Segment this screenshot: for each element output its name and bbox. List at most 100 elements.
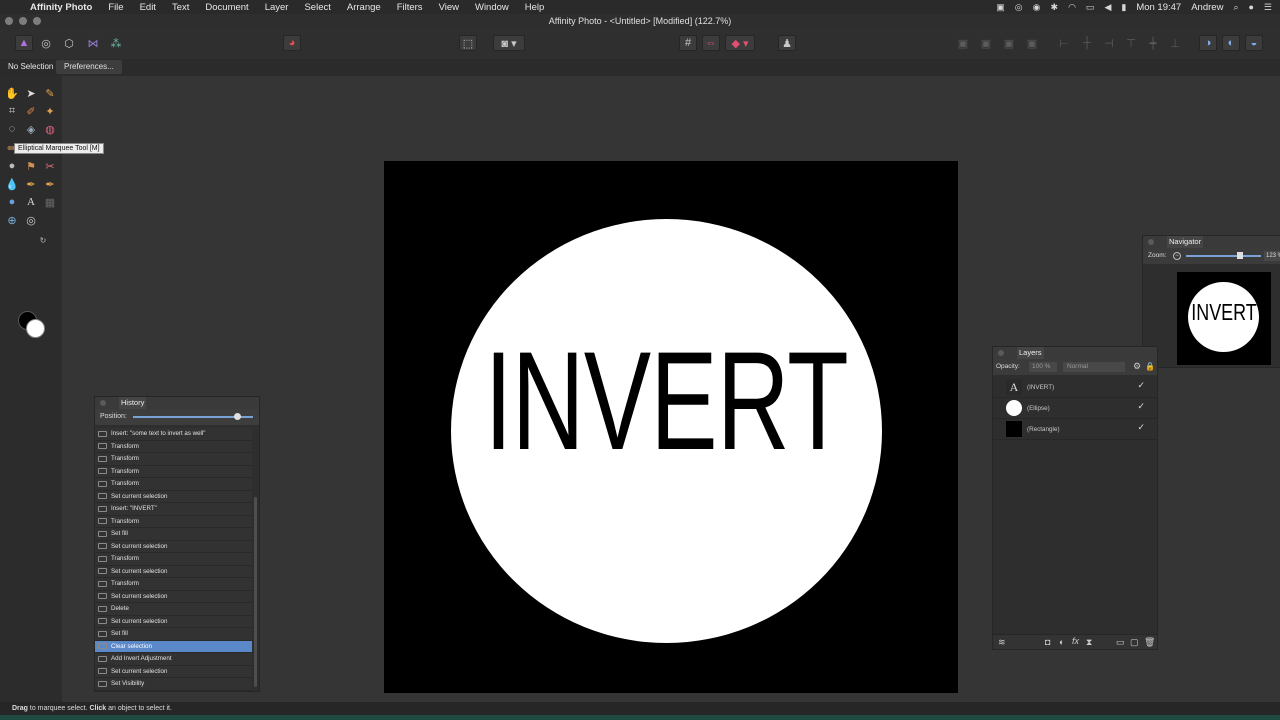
menubar-user[interactable]: Andrew (1191, 2, 1223, 13)
minimize-window-button[interactable] (19, 17, 27, 25)
menu-window[interactable]: Window (467, 2, 517, 13)
menu-edit[interactable]: Edit (132, 2, 164, 13)
menu-file[interactable]: File (100, 2, 131, 13)
siri-icon[interactable]: ● (1248, 2, 1253, 12)
history-item[interactable]: Insert: "INVERT" (95, 503, 252, 516)
layer-name[interactable]: (Ellipse) (1027, 405, 1050, 412)
layer-row-rectangle[interactable]: (Rectangle) ✓ (993, 419, 1157, 440)
history-item[interactable]: Transform (95, 453, 252, 466)
arrange-front-icon[interactable]: ▣ (1023, 35, 1041, 51)
menu-text[interactable]: Text (164, 2, 197, 13)
record-icon[interactable]: ◉ (1033, 2, 1041, 13)
history-item[interactable]: Set current selection (95, 590, 252, 603)
menubar-clock[interactable]: Mon 19:47 (1136, 2, 1181, 13)
zoom-tool-icon[interactable]: ⊕ (4, 212, 20, 228)
close-window-button[interactable] (5, 17, 13, 25)
move-tool-icon[interactable]: ➤ (23, 85, 39, 101)
delete-layer-icon[interactable]: 🗑 (1144, 637, 1155, 648)
align-center-icon[interactable]: ┼ (1078, 35, 1096, 51)
ellipse-shape-tool-icon[interactable]: ● (4, 194, 20, 210)
layers-stack-icon[interactable]: ≋ (998, 637, 1006, 648)
boolean-subtract-icon[interactable]: ◐ (1222, 35, 1240, 51)
document-canvas[interactable]: INVERT (384, 161, 958, 693)
adjustment-layer-icon[interactable]: ◐ (1059, 637, 1064, 647)
develop-persona-icon[interactable]: ⬡ (60, 35, 78, 51)
group-layers-icon[interactable]: ▭ (1116, 637, 1125, 648)
zoom-slider-track[interactable] (1186, 255, 1261, 257)
history-item[interactable]: Set current selection (95, 540, 252, 553)
spotlight-search-icon[interactable]: ⌕ (1233, 2, 1238, 13)
navigator-preview[interactable]: INVERT (1177, 272, 1271, 365)
creative-cloud-icon[interactable]: ◎ (1015, 2, 1023, 13)
battery-icon[interactable]: ▮ (1121, 2, 1126, 13)
history-item[interactable]: Delete (95, 603, 252, 616)
elliptical-marquee-tool-icon[interactable]: ◌ (4, 121, 20, 137)
history-item[interactable]: Set fill (95, 628, 252, 641)
history-item[interactable]: Set current selection (95, 615, 252, 628)
flood-select-tool-icon[interactable]: ✦ (42, 103, 58, 119)
history-item[interactable]: Transform (95, 478, 252, 491)
history-item[interactable]: Transform (95, 553, 252, 566)
menu-document[interactable]: Document (197, 2, 256, 13)
opacity-field[interactable]: 100 % (1029, 362, 1057, 372)
align-bottom-icon[interactable]: ⊥ (1166, 35, 1184, 51)
live-filter-icon[interactable]: ⧗ (1086, 637, 1092, 648)
snapping-options-dropdown-icon[interactable]: ◆ ▾ (725, 35, 755, 51)
menu-select[interactable]: Select (296, 2, 338, 13)
lock-icon[interactable]: 🔒 (1145, 362, 1155, 371)
boolean-add-icon[interactable]: ◑ (1199, 35, 1217, 51)
gradient-tool-icon[interactable]: ◍ (42, 121, 58, 137)
arrange-backward-icon[interactable]: ▣ (977, 35, 995, 51)
mask-layer-icon[interactable]: ◘ (1045, 637, 1050, 647)
arrange-forward-icon[interactable]: ▣ (1000, 35, 1018, 51)
clone-brush-tool-icon[interactable]: ⚑ (23, 158, 39, 174)
layer-name[interactable]: (INVERT) (1027, 384, 1054, 391)
zoom-out-icon[interactable]: − (1173, 252, 1181, 260)
history-item[interactable]: Set current selection (95, 565, 252, 578)
export-persona-icon[interactable]: ⁂ (107, 35, 125, 51)
tone-mapping-persona-icon[interactable]: ⋈ (84, 35, 102, 51)
align-middle-icon[interactable]: ┿ (1144, 35, 1162, 51)
history-item[interactable]: Set fill (95, 528, 252, 541)
layers-panel-title[interactable]: Layers (1017, 347, 1044, 359)
close-panel-icon[interactable] (998, 350, 1004, 356)
history-item[interactable]: Insert: "some text to invert as well" (95, 428, 252, 441)
menu-arrange[interactable]: Arrange (339, 2, 389, 13)
history-item[interactable]: Set current selection (95, 490, 252, 503)
menu-layer[interactable]: Layer (257, 2, 297, 13)
history-item[interactable]: Transform (95, 465, 252, 478)
menu-app-name[interactable]: Affinity Photo (26, 2, 100, 13)
layer-name[interactable]: (Rectangle) (1027, 426, 1060, 433)
color-wheel-icon[interactable]: ◕ (283, 35, 301, 51)
flood-fill-tool-icon[interactable]: ◈ (23, 121, 39, 137)
liquify-persona-icon[interactable]: ◎ (37, 35, 55, 51)
liquify-tool-icon[interactable]: ◎ (23, 212, 39, 228)
dodge-tool-icon[interactable]: ● (4, 158, 20, 174)
mesh-warp-tool-icon[interactable]: ▦ (42, 194, 58, 210)
boolean-intersect-icon[interactable]: ◒ (1245, 35, 1263, 51)
align-top-icon[interactable]: ⊤ (1122, 35, 1140, 51)
navigator-panel-title[interactable]: Navigator (1167, 236, 1204, 248)
menu-help[interactable]: Help (517, 2, 553, 13)
blend-mode-select[interactable]: Normal (1063, 362, 1125, 372)
snapping-toggle-icon[interactable]: ⇔ (702, 35, 720, 51)
preferences-button[interactable]: Preferences... (56, 60, 122, 74)
zoom-window-button[interactable] (33, 17, 41, 25)
camera-icon[interactable]: ▣ (996, 2, 1005, 13)
history-panel-title[interactable]: History (119, 397, 147, 409)
artistic-text-tool-icon[interactable]: A (23, 194, 39, 210)
history-item[interactable]: Set Visibility (95, 678, 252, 691)
zoom-value-field[interactable]: 123 % (1264, 251, 1280, 261)
history-item[interactable]: Transform (95, 515, 252, 528)
quick-mask-dropdown-icon[interactable]: ◙ ▾ (493, 35, 525, 51)
pen-tool-icon[interactable]: ✒ (42, 176, 58, 192)
blur-brush-tool-icon[interactable]: 💧 (4, 176, 20, 192)
view-tool-hand-icon[interactable]: ✋ (4, 85, 20, 101)
history-item[interactable]: Transform (95, 440, 252, 453)
history-item[interactable]: Transform (95, 578, 252, 591)
volume-icon[interactable]: ◀ (1104, 2, 1111, 13)
fx-layer-effects-icon[interactable]: fx (1072, 636, 1079, 646)
align-right-icon[interactable]: ⊣ (1100, 35, 1118, 51)
layer-settings-gear-icon[interactable]: ⚙ (1133, 361, 1141, 372)
assistant-icon[interactable]: ♟ (778, 35, 796, 51)
